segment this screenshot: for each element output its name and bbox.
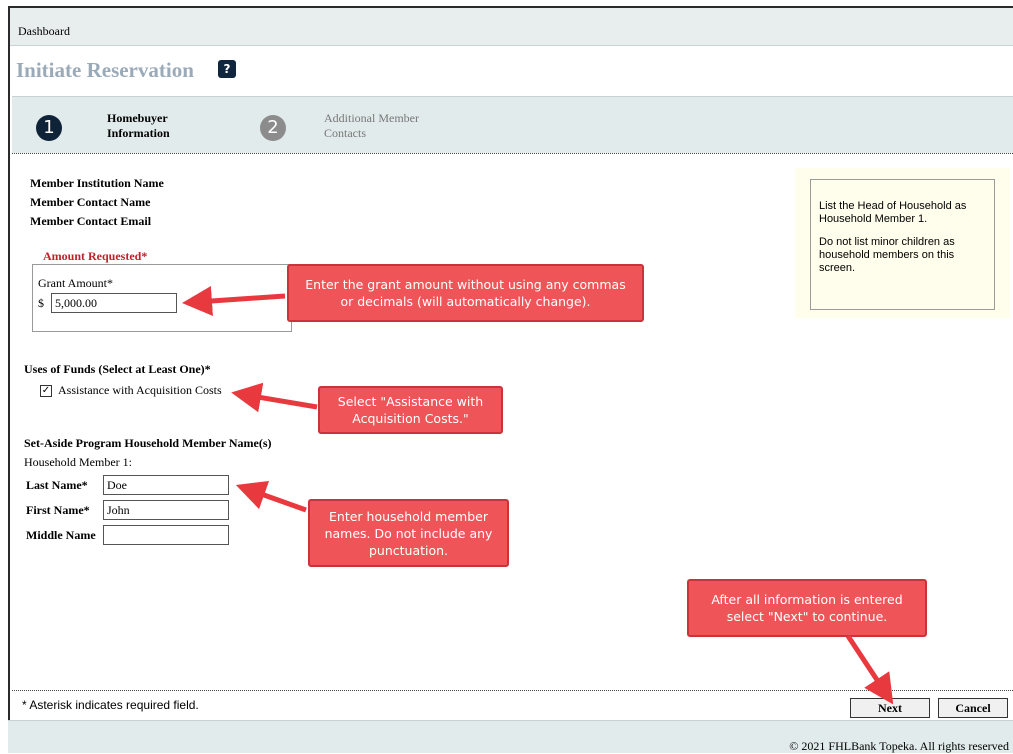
grant-arrow — [182, 286, 286, 316]
names-arrow — [235, 480, 307, 513]
next-arrow — [845, 634, 894, 705]
footer-bar: © 2021 FHLBank Topeka. All rights reserv… — [8, 720, 1013, 753]
annotation-arrows — [182, 286, 894, 705]
uses-arrow — [231, 382, 318, 413]
app-frame: Dashboard Initiate Reservation ? 1 Homeb… — [8, 6, 1013, 752]
